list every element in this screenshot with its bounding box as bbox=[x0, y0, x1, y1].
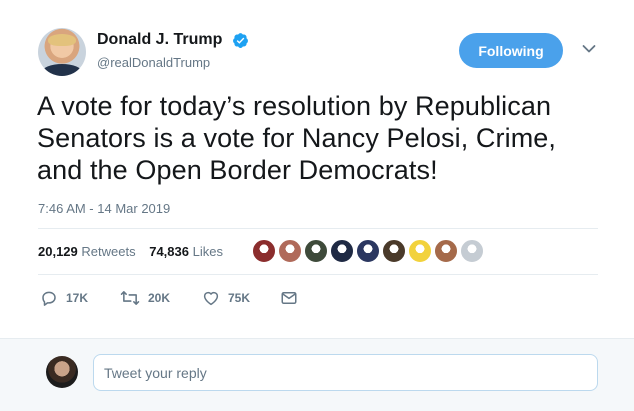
divider-top bbox=[38, 228, 598, 229]
liker-avatar-5[interactable] bbox=[356, 239, 380, 263]
liker-avatar-2[interactable] bbox=[278, 239, 302, 263]
envelope-icon bbox=[281, 292, 297, 304]
avatar-suit bbox=[42, 64, 82, 76]
divider-bottom bbox=[38, 274, 598, 275]
current-user-avatar[interactable] bbox=[46, 356, 78, 388]
retweet-icon bbox=[120, 291, 140, 305]
author-avatar[interactable] bbox=[38, 28, 86, 76]
like-action[interactable]: 75K bbox=[202, 289, 250, 307]
tweet-text: A vote for today’s resolution by Republi… bbox=[37, 91, 557, 185]
author-handle[interactable]: @realDonaldTrump bbox=[97, 55, 249, 70]
retweet-count: 20K bbox=[148, 291, 171, 305]
author-display-name[interactable]: Donald J. Trump bbox=[97, 31, 222, 49]
verified-badge-icon bbox=[232, 32, 248, 48]
avatar-hair bbox=[48, 34, 76, 46]
tweet-timestamp[interactable]: 7:46 AM - 14 Mar 2019 bbox=[38, 201, 170, 216]
retweets-label: Retweets bbox=[81, 244, 136, 259]
retweets-stat[interactable]: 20,129 Retweets bbox=[38, 244, 136, 259]
likes-label: Likes bbox=[192, 244, 223, 259]
following-button[interactable]: Following bbox=[459, 33, 563, 68]
retweet-action[interactable]: 20K bbox=[120, 289, 170, 307]
reply-count: 17K bbox=[66, 291, 89, 305]
chevron-down-icon[interactable] bbox=[582, 44, 596, 54]
liker-avatar-6[interactable] bbox=[382, 239, 406, 263]
retweets-count: 20,129 bbox=[38, 244, 78, 259]
direct-message-action[interactable] bbox=[280, 289, 306, 307]
tweet-stats: 20,129 Retweets 74,836 Likes bbox=[38, 244, 233, 259]
likes-count: 74,836 bbox=[149, 244, 189, 259]
liker-avatar-7[interactable] bbox=[408, 239, 432, 263]
tweet-card: Donald J. Trump @realDonaldTrump Followi… bbox=[0, 0, 634, 338]
liker-avatar-1[interactable] bbox=[252, 239, 276, 263]
liker-avatar-4[interactable] bbox=[330, 239, 354, 263]
reply-icon bbox=[42, 291, 56, 306]
likes-stat[interactable]: 74,836 Likes bbox=[149, 244, 223, 259]
liker-avatar-3[interactable] bbox=[304, 239, 328, 263]
reply-bar bbox=[0, 338, 634, 411]
liker-avatar-8[interactable] bbox=[434, 239, 458, 263]
reply-action[interactable]: 17K bbox=[40, 289, 88, 307]
liker-avatar-9[interactable] bbox=[460, 239, 484, 263]
heart-icon bbox=[203, 291, 219, 306]
like-count: 75K bbox=[228, 291, 251, 305]
reply-input[interactable] bbox=[93, 354, 598, 391]
author-info: Donald J. Trump @realDonaldTrump bbox=[97, 31, 249, 70]
